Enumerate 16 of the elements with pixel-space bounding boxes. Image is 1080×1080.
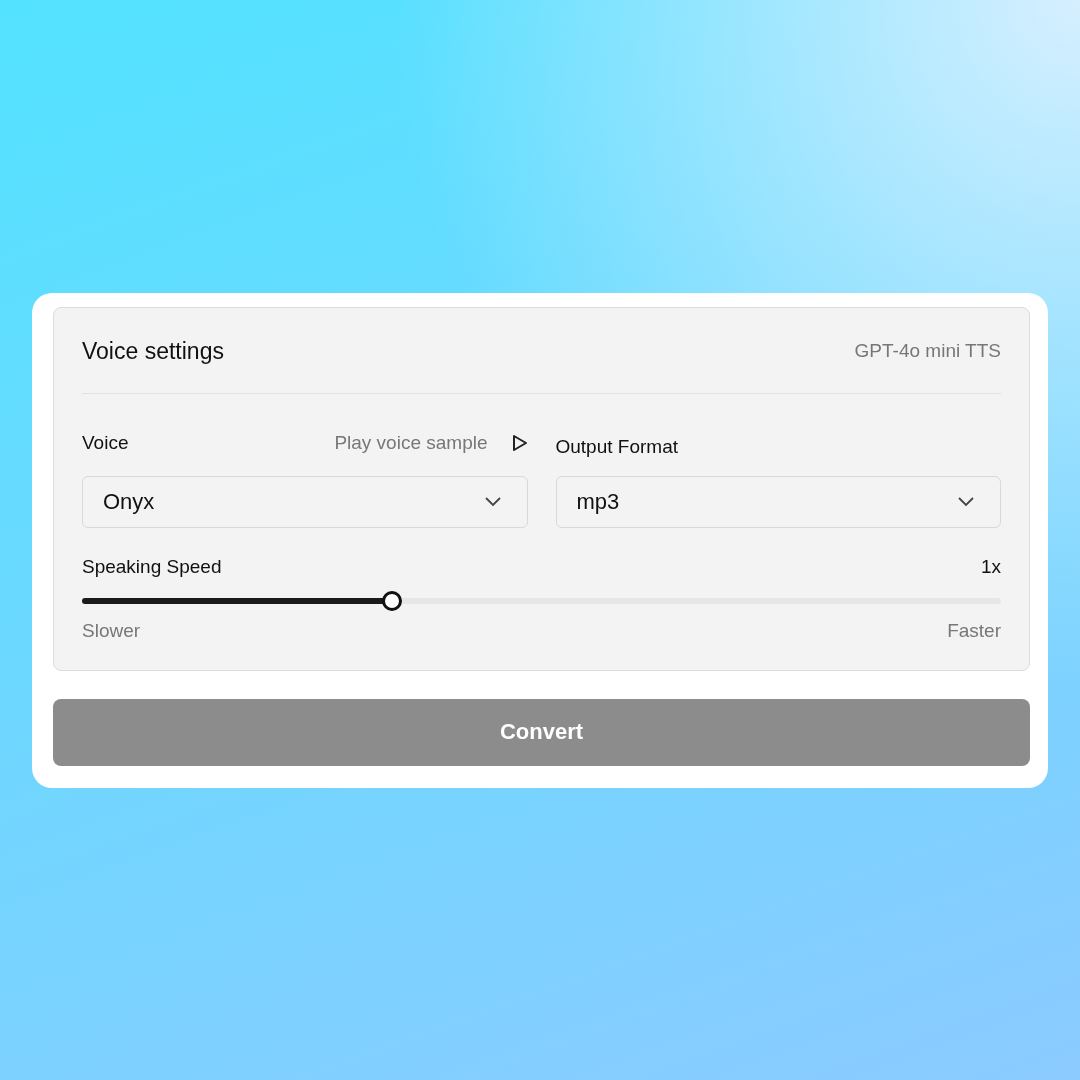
voice-select[interactable]: Onyx — [82, 475, 528, 528]
model-name: GPT-4o mini TTS — [854, 340, 1001, 362]
chevron-down-icon — [958, 496, 974, 507]
chevron-down-icon — [484, 496, 501, 507]
play-icon — [511, 433, 528, 452]
max-label: Faster — [947, 619, 1001, 642]
min-label: Slower — [82, 619, 141, 642]
output-format-select[interactable]: mp3 — [555, 475, 1001, 528]
voice-label: Voice — [82, 431, 129, 454]
output-format-label: Output Format — [555, 435, 678, 458]
panel-title: Voice settings — [82, 337, 224, 365]
speed-slider[interactable] — [82, 590, 1001, 611]
slider-thumb[interactable] — [381, 590, 402, 611]
speed-label: Speaking Speed — [82, 555, 222, 578]
speed-value: 1x — [980, 555, 1001, 578]
play-sample-link[interactable]: Play voice sample — [334, 431, 528, 454]
